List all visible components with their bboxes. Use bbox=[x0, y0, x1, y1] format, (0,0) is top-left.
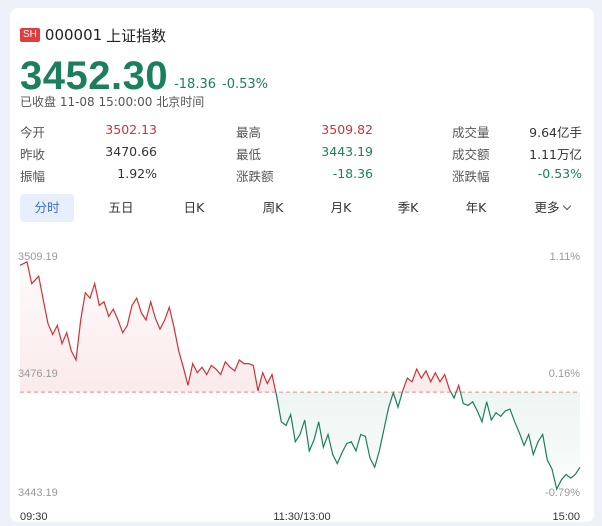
title-row: SH 000001 上证指数 bbox=[20, 25, 166, 45]
stats-row: 昨收 3470.66 最低 3443.19 成交额 1.11万亿 bbox=[20, 142, 582, 164]
y-right-tick: -0.79% bbox=[545, 487, 580, 499]
tab-intraday[interactable]: 分时 bbox=[20, 194, 74, 222]
stat-value: -0.53% bbox=[537, 166, 582, 181]
tab-yearly-k[interactable]: 年K bbox=[449, 194, 503, 222]
area-fill-up bbox=[20, 261, 580, 393]
stat-value: 1.11万亿 bbox=[529, 147, 582, 162]
x-tick: 11:30/13:00 bbox=[273, 511, 330, 522]
tab-more[interactable]: 更多 bbox=[525, 194, 579, 222]
intraday-chart: 3509.19 3476.19 3443.19 1.11% 0.16% -0.7… bbox=[10, 238, 594, 522]
y-left-tick: 3509.19 bbox=[18, 251, 58, 263]
tab-weekly-k[interactable]: 周K bbox=[246, 194, 300, 222]
tab-more-label: 更多 bbox=[534, 200, 560, 215]
stat-value: 9.64亿手 bbox=[529, 125, 582, 140]
chevron-down-icon bbox=[562, 201, 571, 211]
tab-daily-k[interactable]: 日K bbox=[167, 194, 221, 222]
tab-monthly-k[interactable]: 月K bbox=[314, 194, 368, 222]
tab-five-day[interactable]: 五日 bbox=[94, 194, 148, 222]
period-tabs: 分时 五日 日K 周K 月K 季K 年K 更多 bbox=[20, 194, 582, 224]
stat-value: 3509.82 bbox=[321, 122, 373, 137]
stat-value: 3470.66 bbox=[105, 144, 157, 159]
stock-name: 上证指数 bbox=[106, 26, 167, 45]
y-left-tick: 3476.19 bbox=[18, 368, 58, 380]
stats-grid: 今开 3502.13 最高 3509.82 成交量 9.64亿手 昨收 3470… bbox=[20, 120, 582, 186]
stat-value: -18.36 bbox=[332, 166, 373, 181]
market-status: 已收盘 11-08 15:00:00 北京时间 bbox=[20, 95, 205, 109]
y-right-tick: 1.11% bbox=[550, 251, 581, 263]
price-change-percent: -0.53% bbox=[222, 77, 269, 92]
x-tick: 15:00 bbox=[552, 511, 580, 522]
stat-value: 3502.13 bbox=[105, 122, 157, 137]
stats-row: 今开 3502.13 最高 3509.82 成交量 9.64亿手 bbox=[20, 120, 582, 142]
y-left-tick: 3443.19 bbox=[18, 487, 58, 499]
stock-code: 000001 bbox=[44, 26, 103, 44]
stat-value: 1.92% bbox=[117, 166, 157, 181]
stats-row: 振幅 1.92% 涨跌额 -18.36 涨跌幅 -0.53% bbox=[20, 164, 582, 186]
x-tick: 09:30 bbox=[20, 511, 48, 522]
price-row: 3452.30 -18.36 -0.53% bbox=[20, 52, 268, 96]
current-price: 3452.30 bbox=[20, 54, 169, 98]
exchange-badge: SH bbox=[20, 28, 40, 42]
quote-card: SH 000001 上证指数 3452.30 -18.36 -0.53% 已收盘… bbox=[10, 8, 594, 522]
y-right-tick: 0.16% bbox=[549, 368, 580, 380]
price-change: -18.36 bbox=[174, 77, 217, 92]
tab-quarterly-k[interactable]: 季K bbox=[381, 194, 435, 222]
stat-value: 3443.19 bbox=[321, 144, 373, 159]
intraday-chart-svg: 3509.19 3476.19 3443.19 1.11% 0.16% -0.7… bbox=[18, 251, 581, 522]
